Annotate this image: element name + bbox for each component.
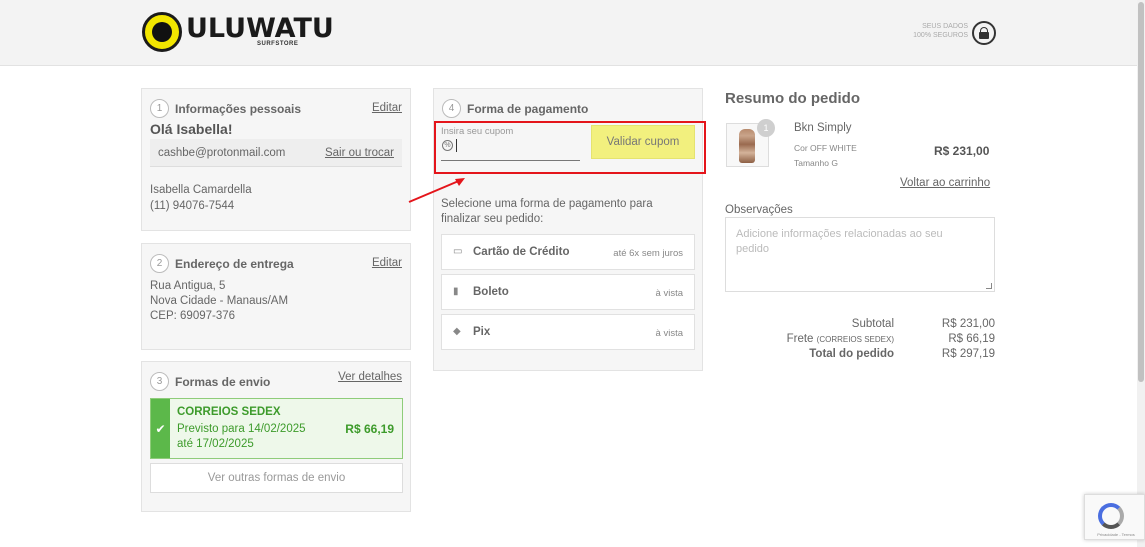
step-number: 4 bbox=[442, 99, 461, 118]
order-total-value: R$ 297,19 bbox=[941, 348, 995, 360]
shipping-option-selected[interactable]: ✔ CORREIOS SEDEX Previsto para 14/02/202… bbox=[150, 398, 403, 459]
shipping-option-name: CORREIOS SEDEX bbox=[177, 406, 281, 418]
recaptcha-icon bbox=[1098, 503, 1124, 529]
payment-header: 4 Forma de pagamento bbox=[442, 99, 588, 118]
payment-option-boleto[interactable]: ▮ Boleto à vista bbox=[441, 274, 695, 310]
security-notice: SEUS DADOS 100% SEGUROS bbox=[880, 22, 968, 40]
step-number: 2 bbox=[150, 254, 169, 273]
section-title: Informações pessoais bbox=[175, 101, 302, 116]
shipping-cost-label-text: Frete bbox=[786, 333, 814, 345]
address-section: 2 Endereço de entrega Editar Rua Antigua… bbox=[141, 243, 411, 350]
scrollbar-thumb[interactable] bbox=[1138, 2, 1144, 382]
recaptcha-text[interactable]: Privacidade - Termos bbox=[1088, 532, 1144, 537]
step-number: 1 bbox=[150, 99, 169, 118]
section-title: Endereço de entrega bbox=[175, 256, 294, 271]
brand-subtitle: SURFSTORE bbox=[257, 41, 299, 47]
notes-label: Observações bbox=[725, 204, 793, 216]
shipping-details-link[interactable]: Ver detalhes bbox=[338, 371, 402, 383]
coupon-icon: % bbox=[442, 140, 453, 151]
edit-address-link[interactable]: Editar bbox=[372, 257, 402, 269]
payment-option-name: Cartão de Crédito bbox=[473, 246, 570, 258]
greeting: Olá Isabella! bbox=[150, 121, 233, 137]
page-scrollbar[interactable] bbox=[1137, 0, 1145, 547]
security-line-1: SEUS DADOS bbox=[922, 23, 968, 30]
product-price: R$ 231,00 bbox=[934, 144, 990, 158]
brand-logo[interactable]: ULUWATU SURFSTORE bbox=[142, 12, 334, 52]
resize-handle-icon[interactable] bbox=[986, 283, 992, 289]
validate-coupon-button[interactable]: Validar cupom bbox=[591, 125, 695, 159]
payment-instruction: Selecione uma forma de pagamento para fi… bbox=[441, 198, 653, 225]
step-number: 3 bbox=[150, 372, 169, 391]
coupon-label: Insira seu cupom bbox=[441, 126, 514, 137]
section-title: Forma de pagamento bbox=[467, 101, 589, 116]
coupon-input[interactable] bbox=[441, 137, 580, 161]
address-line-3: CEP: 69097-376 bbox=[150, 310, 236, 322]
payment-option-name: Boleto bbox=[473, 286, 509, 298]
shipping-option-date: Previsto para 14/02/2025 até 17/02/2025 bbox=[177, 422, 306, 452]
shipping-method-text: (CORREIOS SEDEX) bbox=[816, 335, 894, 344]
pix-icon: ◆ bbox=[453, 326, 461, 337]
shipping-date-line-1: Previsto para 14/02/2025 bbox=[177, 423, 306, 435]
personal-info-section: 1 Informações pessoais Editar Olá Isabel… bbox=[141, 88, 411, 231]
payment-option-info: até 6x sem juros bbox=[613, 248, 683, 259]
shipping-header: 3 Formas de envio bbox=[150, 372, 270, 391]
shipping-cost-value: R$ 66,19 bbox=[948, 333, 995, 345]
address-header: 2 Endereço de entrega bbox=[150, 254, 294, 273]
recaptcha-badge[interactable]: Privacidade - Termos bbox=[1084, 494, 1145, 540]
notes-textarea[interactable]: Adicione informações relacionadas ao seu… bbox=[725, 217, 995, 292]
edit-personal-link[interactable]: Editar bbox=[372, 102, 402, 114]
shipping-date-line-2: até 17/02/2025 bbox=[177, 438, 254, 450]
barcode-icon: ▮ bbox=[453, 286, 459, 297]
email-text: cashbe@protonmail.com bbox=[158, 147, 286, 159]
order-summary-title: Resumo do pedido bbox=[725, 90, 860, 107]
customer-phone: (11) 94076-7544 bbox=[150, 200, 235, 212]
lock-icon bbox=[972, 21, 996, 45]
section-title: Formas de envio bbox=[175, 374, 271, 389]
text-cursor bbox=[456, 139, 457, 152]
brand-logo-mark bbox=[142, 12, 182, 52]
payment-option-info: à vista bbox=[655, 288, 683, 299]
subtotal-label: Subtotal bbox=[851, 318, 894, 330]
notes-placeholder: Adicione informações relacionadas ao seu… bbox=[736, 228, 943, 255]
back-to-cart-link[interactable]: Voltar ao carrinho bbox=[900, 177, 990, 189]
quantity-badge: 1 bbox=[757, 119, 775, 137]
product-color: Cor OFF WHITE bbox=[794, 143, 857, 153]
customer-name: Isabella Camardella bbox=[150, 184, 252, 196]
product-name: Bkn Simply bbox=[794, 122, 852, 134]
product-photo bbox=[739, 129, 755, 163]
order-total-label: Total do pedido bbox=[809, 348, 894, 360]
switch-account-link[interactable]: Sair ou trocar bbox=[325, 147, 394, 159]
other-shipping-button[interactable]: Ver outras formas de envio bbox=[150, 463, 403, 493]
check-icon: ✔ bbox=[151, 399, 170, 458]
security-line-2: 100% SEGUROS bbox=[913, 32, 968, 39]
header: ULUWATU SURFSTORE SEUS DADOS 100% SEGURO… bbox=[0, 0, 1137, 66]
payment-option-pix[interactable]: ◆ Pix à vista bbox=[441, 314, 695, 350]
email-row: cashbe@protonmail.com Sair ou trocar bbox=[150, 139, 402, 167]
product-size: Tamanho G bbox=[794, 158, 838, 168]
shipping-option-price: R$ 66,19 bbox=[345, 422, 394, 436]
payment-option-name: Pix bbox=[473, 326, 491, 338]
personal-info-header: 1 Informações pessoais bbox=[150, 99, 301, 118]
credit-card-icon: ▭ bbox=[453, 246, 463, 257]
payment-option-info: à vista bbox=[655, 328, 683, 339]
payment-option-credit-card[interactable]: ▭ Cartão de Crédito até 6x sem juros bbox=[441, 234, 695, 270]
shipping-cost-label: Frete (CORREIOS SEDEX) bbox=[740, 333, 894, 345]
subtotal-value: R$ 231,00 bbox=[941, 318, 995, 330]
address-line-1: Rua Antigua, 5 bbox=[150, 280, 226, 292]
address-line-2: Nova Cidade - Manaus/AM bbox=[150, 295, 289, 307]
shipping-section: 3 Formas de envio Ver detalhes ✔ CORREIO… bbox=[141, 361, 411, 512]
